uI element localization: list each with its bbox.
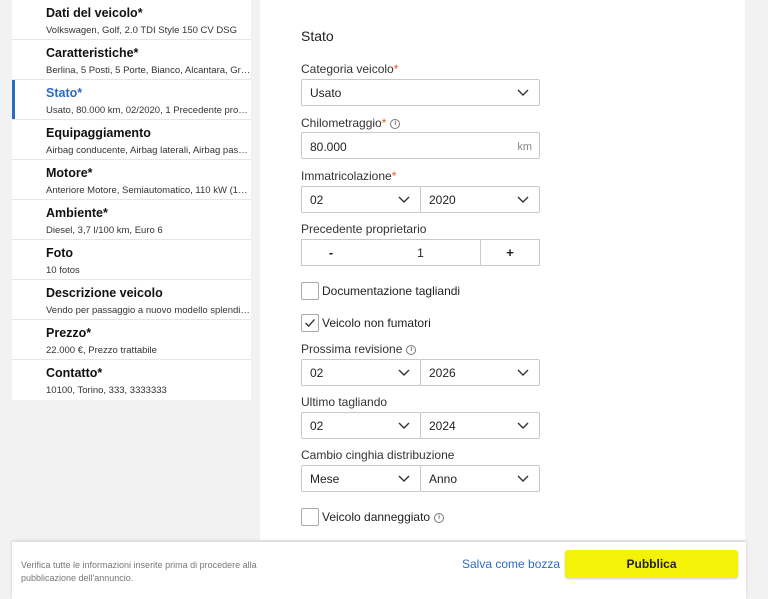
sidebar-item-title: Caratteristiche* [46,46,139,60]
decrement-button[interactable]: - [301,239,361,266]
section-title: Stato [301,28,334,44]
sidebar-item-subtitle: 10 fotos [46,265,80,276]
revisione-year-value: 2026 [429,365,456,380]
non-fumatori-checkbox[interactable] [301,314,319,332]
publish-button[interactable]: Pubblica [565,550,738,578]
tagliando-label: Ultimo tagliando [301,395,388,409]
sidebar-item-title: Prezzo* [46,326,92,340]
km-unit: km [517,141,532,153]
chilometraggio-label: Chilometraggio* i [301,116,401,130]
revisione-month-value: 02 [310,365,324,380]
chevron-down-icon [398,196,410,203]
sidebar-item-title: Descrizione veicolo [46,286,163,300]
sidebar-item-stato[interactable]: Stato* Usato, 80.000 km, 02/2020, 1 Prec… [12,80,251,120]
chilometraggio-value: 80.000 [310,140,347,154]
sidebar-item-title: Equipaggiamento [46,126,151,140]
sidebar-nav: Dati del veicolo* Volkswagen, Golf, 2.0 … [12,0,251,400]
immatricolazione-year-select[interactable]: 2020 [420,186,540,213]
sidebar-item-subtitle: Volkswagen, Golf, 2.0 TDI Style 150 CV D… [46,25,237,36]
categoria-select[interactable]: Usato [301,79,540,106]
cinghia-month-value: Mese [310,471,340,486]
sidebar-item-title: Foto [46,246,74,260]
sidebar-item-equipaggiamento[interactable]: Equipaggiamento Airbag conducente, Airba… [12,120,251,160]
chevron-down-icon [517,369,529,376]
non-fumatori-label: Veicolo non fumatori [322,316,431,330]
sidebar-item-subtitle: Diesel, 3,7 l/100 km, Euro 6 [46,225,163,236]
chevron-down-icon [398,369,410,376]
sidebar-item-foto[interactable]: Foto 10 fotos [12,240,251,280]
chevron-down-icon [517,89,529,96]
sidebar-item-subtitle: Usato, 80.000 km, 02/2020, 1 Precedente … [46,105,251,116]
danneggiato-label: Veicolo danneggiato i [322,510,445,524]
immatricolazione-label: Immatricolazione* [301,169,397,183]
revisione-year-select[interactable]: 2026 [420,359,540,386]
stato-form-panel: Stato Categoria veicolo* Usato Chilometr… [260,0,745,540]
sidebar-item-title: Ambiente* [46,206,108,220]
sidebar-item-descrizione[interactable]: Descrizione veicolo Vendo per passaggio … [12,280,251,320]
immatricolazione-month-select[interactable]: 02 [301,186,421,213]
chevron-down-icon [517,422,529,429]
info-icon[interactable]: i [434,512,445,523]
sidebar-item-motore[interactable]: Motore* Anteriore Motore, Semiautomatico… [12,160,251,200]
categoria-label: Categoria veicolo* [301,62,399,76]
sidebar-item-subtitle: 22.000 €, Prezzo trattabile [46,345,157,356]
info-icon[interactable]: i [406,344,417,355]
sidebar-item-title: Stato* [46,86,83,100]
info-icon[interactable]: i [390,118,401,129]
save-draft-button[interactable]: Salva come bozza [462,557,560,571]
sidebar-item-caratteristiche[interactable]: Caratteristiche* Berlina, 5 Posti, 5 Por… [12,40,251,80]
sidebar-item-contatto[interactable]: Contatto* 10100, Torino, 333, 3333333 [12,360,251,400]
danneggiato-checkbox[interactable] [301,508,319,526]
revisione-month-select[interactable]: 02 [301,359,421,386]
tagliando-year-value: 2024 [429,418,456,433]
sidebar-item-subtitle: Vendo per passaggio a nuovo modello sple… [46,305,251,316]
sidebar-item-title: Motore* [46,166,93,180]
sidebar-item-dati-veicolo[interactable]: Dati del veicolo* Volkswagen, Golf, 2.0 … [12,0,251,40]
chevron-down-icon [398,422,410,429]
sidebar-item-subtitle: Airbag conducente, Airbag laterali, Airb… [46,145,251,156]
proprietari-value[interactable]: 1 [360,239,481,266]
sidebar-item-ambiente[interactable]: Ambiente* Diesel, 3,7 l/100 km, Euro 6 [12,200,251,240]
checkmark-icon [305,319,315,328]
doc-tagliandi-label: Documentazione tagliandi [322,284,461,298]
sidebar-item-title: Contatto* [46,366,103,380]
chevron-down-icon [398,475,410,482]
immatricolazione-year-value: 2020 [429,192,456,207]
tagliando-month-select[interactable]: 02 [301,412,421,439]
footer-bar: Verifica tutte le informazioni inserite … [12,542,746,599]
footer-note: Verifica tutte le informazioni inserite … [21,560,257,583]
increment-button[interactable]: + [480,239,540,266]
cinghia-label: Cambio cinghia distribuzione [301,448,455,462]
chevron-down-icon [517,475,529,482]
chilometraggio-input[interactable]: 80.000 km [301,132,540,159]
revisione-label: Prossima revisione i [301,342,417,356]
immatricolazione-month-value: 02 [310,192,324,207]
cinghia-year-select[interactable]: Anno [420,465,540,492]
categoria-value: Usato [310,85,342,100]
tagliando-year-select[interactable]: 2024 [420,412,540,439]
sidebar-item-prezzo[interactable]: Prezzo* 22.000 €, Prezzo trattabile [12,320,251,360]
sidebar-item-subtitle: Berlina, 5 Posti, 5 Porte, Bianco, Alcan… [46,65,251,76]
proprietari-label: Precedente proprietario [301,222,427,236]
sidebar-item-subtitle: 10100, Torino, 333, 3333333 [46,385,167,396]
doc-tagliandi-checkbox[interactable] [301,282,319,300]
sidebar-item-title: Dati del veicolo* [46,6,143,20]
sidebar-item-subtitle: Anteriore Motore, Semiautomatico, 110 kW… [46,185,251,196]
tagliando-month-value: 02 [310,418,324,433]
chevron-down-icon [517,196,529,203]
cinghia-year-value: Anno [429,471,458,486]
cinghia-month-select[interactable]: Mese [301,465,421,492]
